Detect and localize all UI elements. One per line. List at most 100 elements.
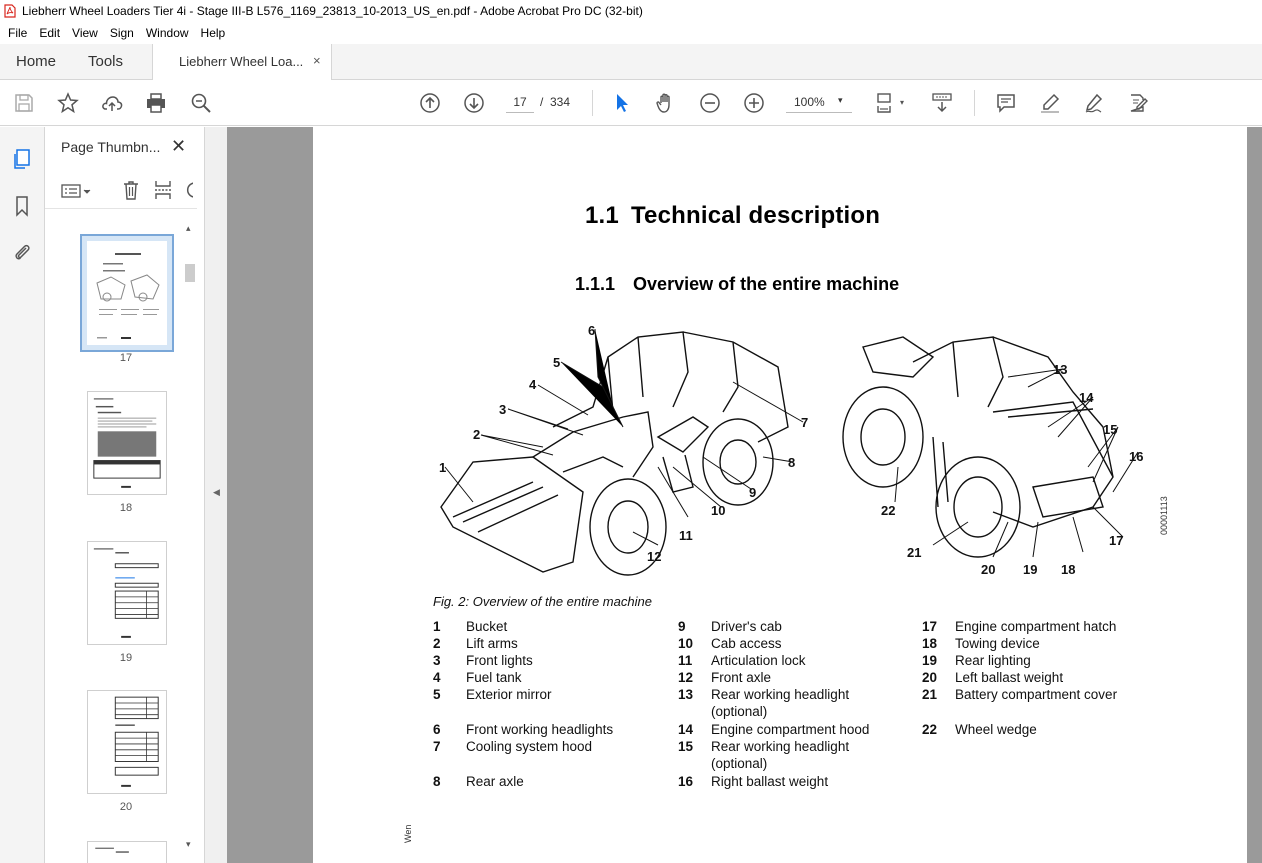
highlight-pen-icon[interactable]	[1038, 91, 1062, 115]
callout-14: 14	[1079, 390, 1094, 405]
callout-20: 20	[981, 562, 995, 577]
save-icon[interactable]	[12, 91, 36, 115]
page-number-input[interactable]	[506, 91, 534, 113]
scroll-up-icon[interactable]: ▴	[186, 223, 191, 234]
thumbnails-toolbar	[45, 173, 197, 209]
callout-16: 16	[1129, 449, 1143, 464]
page-thumbnail-20[interactable]	[87, 690, 167, 794]
menu-window[interactable]: Window	[140, 26, 195, 40]
document-viewer[interactable]: 1.1 Technical description 1.1.1 Overview o…	[227, 127, 1262, 863]
rotate-page-icon[interactable]	[185, 179, 193, 204]
close-panel-icon[interactable]: ✕	[171, 136, 186, 157]
select-cursor-icon[interactable]	[610, 91, 634, 115]
page-thumbnails-icon[interactable]	[10, 147, 34, 171]
close-tab-icon[interactable]: ×	[313, 53, 321, 68]
attachments-icon[interactable]	[10, 240, 34, 264]
zoom-value: 100%	[794, 95, 825, 109]
toolbar-divider	[592, 90, 593, 116]
callout-13: 13	[1053, 362, 1067, 377]
scrollbar-thumb[interactable]	[185, 264, 195, 282]
insert-page-icon[interactable]	[153, 179, 173, 204]
page-thumbnail-21[interactable]	[87, 841, 167, 863]
page-thumbnail-17[interactable]	[80, 234, 174, 352]
menu-help[interactable]: Help	[195, 26, 232, 40]
previous-page-icon[interactable]	[418, 91, 442, 115]
callout-6: 6	[588, 323, 595, 338]
delete-page-icon[interactable]	[121, 179, 141, 204]
menu-view[interactable]: View	[66, 26, 104, 40]
hand-tool-icon[interactable]	[654, 91, 678, 115]
page-footer-text: Wen	[403, 824, 413, 843]
thumbnail-options-icon[interactable]	[61, 181, 91, 204]
toolbar: ▾	[0, 80, 1262, 126]
callout-12: 12	[647, 549, 661, 564]
panel-collapse-handle[interactable]: ◀	[205, 127, 227, 863]
callout-18: 18	[1061, 562, 1075, 577]
page-thumbnail-18[interactable]	[87, 391, 167, 495]
page-layout-icon[interactable]	[874, 91, 898, 115]
window-title: Liebherr Wheel Loaders Tier 4i - Stage I…	[22, 4, 643, 18]
menu-edit[interactable]: Edit	[33, 26, 66, 40]
menu-file[interactable]: File	[2, 26, 33, 40]
thumbnail-preview	[87, 241, 167, 345]
page-thumbnail-19[interactable]	[87, 541, 167, 645]
callout-21: 21	[907, 545, 921, 560]
page-separator: /	[540, 95, 544, 109]
thumbnail-label: 18	[119, 502, 133, 514]
title-bar: Liebherr Wheel Loaders Tier 4i - Stage I…	[0, 0, 1262, 22]
callout-7: 7	[801, 415, 808, 430]
callout-10: 10	[711, 503, 725, 518]
navigation-rail	[0, 127, 45, 863]
callout-1: 1	[439, 460, 446, 475]
zoom-out-icon[interactable]	[698, 91, 722, 115]
page-total: 334	[550, 95, 571, 109]
next-page-icon[interactable]	[462, 91, 486, 115]
comment-icon[interactable]	[994, 91, 1018, 115]
callout-15: 15	[1103, 422, 1117, 437]
menu-sign[interactable]: Sign	[104, 26, 140, 40]
edit-pdf-icon[interactable]	[1126, 91, 1150, 115]
callout-8: 8	[788, 455, 795, 470]
collapse-arrow-icon: ◀	[213, 487, 220, 497]
sign-pen-icon[interactable]	[1082, 91, 1106, 115]
print-icon[interactable]	[144, 91, 168, 115]
tab-tools[interactable]: Tools	[88, 53, 123, 70]
callout-19: 19	[1023, 562, 1037, 577]
callout-5: 5	[553, 355, 560, 370]
thumbnail-label: 17	[119, 352, 133, 364]
thumbnail-preview	[95, 847, 129, 853]
zoom-in-icon[interactable]	[742, 91, 766, 115]
zoom-dropdown-icon: ▾	[838, 95, 843, 105]
bookmarks-icon[interactable]	[10, 194, 34, 218]
callout-17: 17	[1109, 533, 1123, 548]
thumbnail-label: 19	[119, 652, 133, 664]
callout-2: 2	[473, 427, 480, 442]
section-heading: 1.1 Technical description	[585, 202, 881, 229]
page-layout-dropdown-icon[interactable]: ▾	[900, 98, 904, 107]
callout-9: 9	[749, 485, 756, 500]
figure-caption: Fig. 2: Overview of the entire machine	[433, 594, 652, 609]
wheel-loader-figure: 1 2 3 4 5 6 7 8 9 10 11 12 13 14 15 16 1…	[439, 323, 1143, 577]
thumbnails-scrollbar[interactable]: ▴ ▾	[183, 219, 197, 859]
thumbnail-preview	[93, 548, 159, 638]
callout-11: 11	[679, 528, 693, 543]
acrobat-logo-icon	[4, 4, 16, 18]
thumbnail-preview	[114, 696, 159, 787]
tab-document[interactable]: Liebherr Wheel Loa... ×	[152, 44, 332, 81]
callout-22: 22	[881, 503, 895, 518]
thumbnails-panel: Page Thumbn... ✕ ▴ ▾ 17 18 19 20	[45, 127, 205, 863]
upload-cloud-icon[interactable]	[100, 91, 124, 115]
zoom-search-icon[interactable]	[189, 91, 213, 115]
tab-home[interactable]: Home	[16, 53, 56, 70]
zoom-select[interactable]: 100% ▾	[786, 91, 852, 113]
menu-bar: File Edit View Sign Window Help	[0, 22, 1262, 44]
scroll-down-icon[interactable]: ▾	[186, 839, 191, 850]
subsection-heading: 1.1.1 Overview of the entire machine	[575, 274, 900, 294]
tab-bar: Home Tools Liebherr Wheel Loa... ×	[0, 44, 1262, 81]
panel-title: Page Thumbn...	[61, 139, 161, 155]
callout-3: 3	[499, 402, 506, 417]
thumbnail-label: 20	[119, 801, 133, 813]
bookmark-star-icon[interactable]	[56, 91, 80, 115]
scroll-mode-icon[interactable]	[930, 91, 954, 115]
tab-document-label: Liebherr Wheel Loa...	[179, 54, 304, 69]
